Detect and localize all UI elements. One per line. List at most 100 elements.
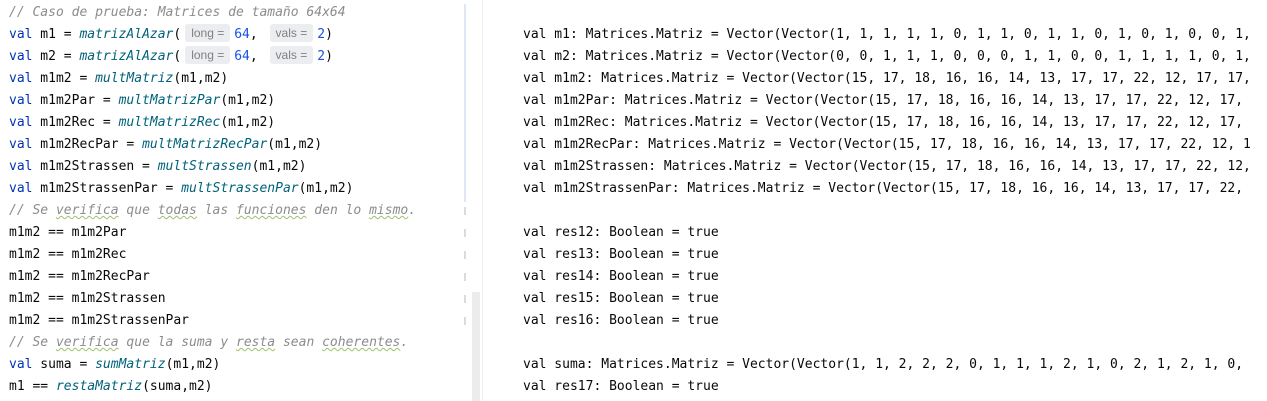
- code-token: 64: [234, 49, 250, 64]
- change-marker-bar: [464, 4, 466, 202]
- code-token: que: [118, 203, 158, 218]
- parameter-name-hint: long =: [185, 46, 231, 64]
- code-token: m1m2Strassen =: [32, 159, 158, 174]
- code-token: m1m2Rec =: [32, 115, 119, 130]
- code-token: las: [196, 203, 237, 218]
- code-line[interactable]: val m1m2Par = multMatrizPar(m1,m2): [9, 90, 275, 112]
- code-token: val: [9, 93, 33, 108]
- code-token: 2: [317, 49, 326, 64]
- code-line[interactable]: m1m2 == m1m2RecPar: [9, 266, 150, 288]
- code-line[interactable]: // Se verifica que todas las funciones d…: [9, 200, 416, 222]
- code-token: m1m2RecPar =: [32, 137, 143, 152]
- result-line: val m1: Matrices.Matriz = Vector(Vector(…: [523, 27, 1251, 42]
- gutter-tick: [464, 251, 466, 259]
- result-line: val res12: Boolean = true: [523, 225, 719, 240]
- code-token: (m1,m2): [220, 115, 276, 130]
- result-line: val m2: Matrices.Matriz = Vector(Vector(…: [523, 49, 1251, 64]
- code-token: (m1,m2): [165, 357, 221, 372]
- result-line: val m1m2: Matrices.Matriz = Vector(Vecto…: [523, 71, 1251, 86]
- code-token: ): [325, 49, 333, 64]
- code-token: multMatriz: [95, 71, 174, 86]
- code-token: funciones: [236, 203, 307, 218]
- code-token: sean: [275, 335, 323, 350]
- code-token: .: [408, 203, 417, 218]
- code-token: m1m2 == m1m2RecPar: [9, 269, 150, 284]
- code-token: m2 =: [32, 49, 80, 64]
- code-token: (: [173, 49, 182, 64]
- code-line[interactable]: val suma = sumMatriz(m1,m2): [9, 354, 220, 376]
- worksheet-results-pane: val m1: Matrices.Matriz = Vector(Vector(…: [482, 0, 1267, 401]
- code-token: (m1,m2): [298, 181, 354, 196]
- result-line: val res13: Boolean = true: [523, 247, 719, 262]
- result-line: val m1m2Rec: Matrices.Matriz = Vector(Ve…: [523, 115, 1244, 130]
- code-token: // Se: [9, 203, 56, 218]
- result-line: val m1m2Strassen: Matrices.Matriz = Vect…: [523, 159, 1251, 174]
- editor-scrollbar-thumb[interactable]: [472, 292, 480, 401]
- code-token: val: [9, 181, 33, 196]
- code-token: m1m2 == m1m2StrassenPar: [9, 313, 190, 328]
- code-line[interactable]: val m2 = matrizAlAzar(long = 64, vals = 2): [9, 46, 333, 68]
- code-token: .: [400, 335, 409, 350]
- code-token: val: [9, 159, 33, 174]
- code-line[interactable]: m1m2 == m1m2Strassen: [9, 288, 166, 310]
- code-line[interactable]: m1m2 == m1m2Rec: [9, 244, 126, 266]
- code-token: multMatrizRecPar: [142, 137, 268, 152]
- code-token: m1 ==: [9, 379, 56, 394]
- code-line[interactable]: // Caso de prueba: Matrices de tamaño 64…: [9, 2, 346, 24]
- code-token: val: [9, 357, 33, 372]
- code-token: matrizAlAzar: [79, 49, 174, 64]
- code-token: 2: [317, 27, 326, 42]
- code-token: que la suma y: [118, 335, 236, 350]
- code-token: sumMatriz: [95, 357, 166, 372]
- result-line: val m1m2Par: Matrices.Matriz = Vector(Ve…: [523, 93, 1244, 108]
- code-editor-pane[interactable]: // Caso de prueba: Matrices de tamaño 64…: [0, 0, 482, 401]
- result-line: val res16: Boolean = true: [523, 313, 719, 328]
- code-token: ): [325, 27, 333, 42]
- code-token: val: [9, 49, 33, 64]
- code-token: val: [9, 71, 33, 86]
- code-token: ,: [249, 27, 266, 42]
- gutter-tick: [464, 295, 466, 303]
- code-line[interactable]: val m1 = matrizAlAzar(long = 64, vals = 2): [9, 24, 333, 46]
- code-line[interactable]: m1m2 == m1m2Par: [9, 222, 126, 244]
- code-line[interactable]: val m1m2 = multMatriz(m1,m2): [9, 68, 228, 90]
- gutter-tick: [464, 207, 466, 215]
- code-token: // Se: [9, 335, 56, 350]
- code-token: den lo: [306, 203, 370, 218]
- code-line[interactable]: val m1m2StrassenPar = multStrassenPar(m1…: [9, 178, 353, 200]
- code-line[interactable]: val m1m2RecPar = multMatrizRecPar(m1,m2): [9, 134, 322, 156]
- code-line[interactable]: val m1m2Strassen = multStrassen(m1,m2): [9, 156, 306, 178]
- code-token: verifica: [55, 203, 119, 218]
- code-token: m1m2 == m1m2Par: [9, 225, 127, 240]
- code-token: m1m2 =: [32, 71, 96, 86]
- code-token: multMatrizPar: [118, 93, 221, 108]
- code-token: (suma,m2): [142, 379, 213, 394]
- result-line: val suma: Matrices.Matriz = Vector(Vecto…: [523, 357, 1244, 372]
- code-token: multMatrizRec: [118, 115, 221, 130]
- code-token: multStrassenPar: [181, 181, 299, 196]
- code-line[interactable]: m1m2 == m1m2StrassenPar: [9, 310, 189, 332]
- code-token: coherentes: [322, 335, 401, 350]
- code-token: m1m2 == m1m2Strassen: [9, 291, 166, 306]
- code-token: m1m2 == m1m2Rec: [9, 247, 127, 262]
- code-token: val: [9, 27, 33, 42]
- code-line[interactable]: m1 == restaMatriz(suma,m2): [9, 376, 213, 398]
- code-token: ,: [249, 49, 266, 64]
- code-token: m1m2StrassenPar =: [32, 181, 182, 196]
- code-line[interactable]: // Se verifica que la suma y resta sean …: [9, 332, 408, 354]
- code-token: mismo: [369, 203, 409, 218]
- code-token: m1 =: [32, 27, 80, 42]
- code-token: m1m2Par =: [32, 93, 119, 108]
- code-token: restaMatriz: [55, 379, 143, 394]
- gutter-tick: [464, 317, 466, 325]
- code-line[interactable]: val m1m2Rec = multMatrizRec(m1,m2): [9, 112, 275, 134]
- result-line: val res17: Boolean = true: [523, 379, 719, 394]
- code-token: val: [9, 137, 33, 152]
- parameter-name-hint: vals =: [269, 46, 314, 64]
- parameter-name-hint: vals =: [269, 24, 314, 42]
- code-token: resta: [236, 335, 276, 350]
- code-token: 64: [234, 27, 250, 42]
- code-token: (m1,m2): [173, 71, 229, 86]
- result-line: val m1m2RecPar: Matrices.Matriz = Vector…: [523, 137, 1251, 152]
- parameter-name-hint: long =: [185, 24, 231, 42]
